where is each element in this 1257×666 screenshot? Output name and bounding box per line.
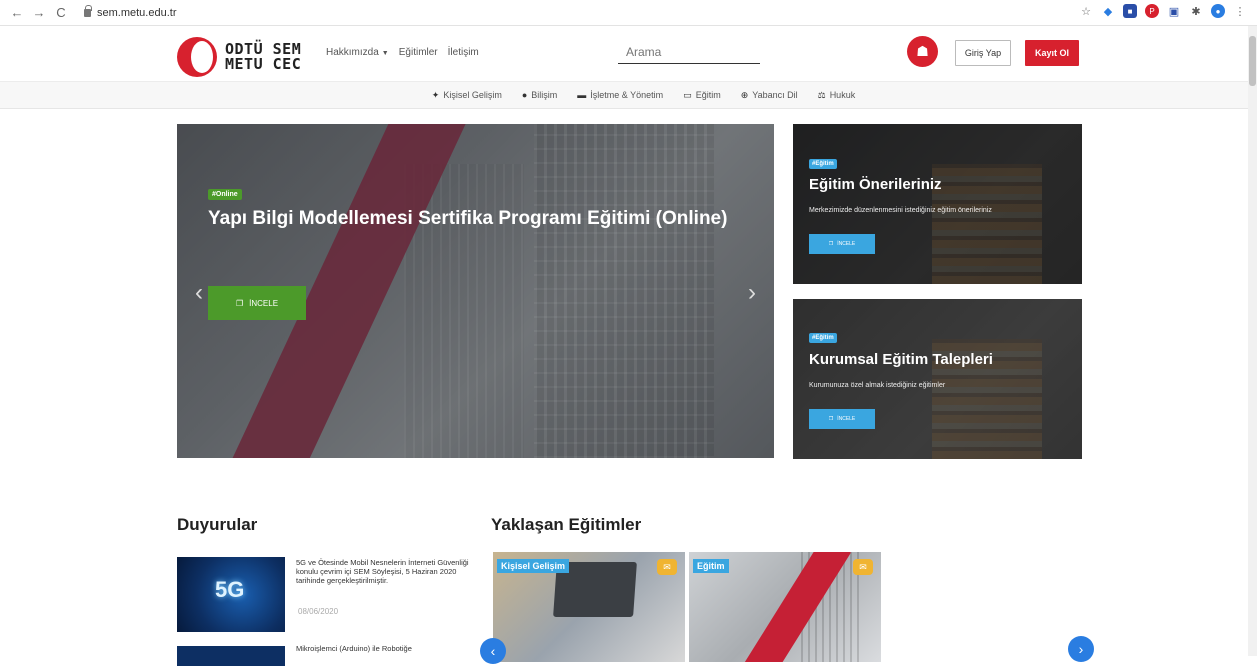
main-menu: Hakkımızda ▼ Eğitimler İletişim bbox=[326, 47, 479, 58]
search-input[interactable] bbox=[618, 40, 760, 64]
hero-slider: #Online Yapı Bilgi Modellemesi Sertifika… bbox=[177, 124, 774, 458]
category-informatics[interactable]: ● Bilişim bbox=[522, 90, 557, 100]
slider-prev-button[interactable]: ‹ bbox=[191, 279, 207, 307]
announcement-text[interactable]: 5G ve Ötesinde Mobil Nesnelerin İnternet… bbox=[296, 558, 472, 585]
menu-item-courses[interactable]: Eğitimler bbox=[399, 47, 438, 58]
pinterest-icon[interactable]: P bbox=[1145, 4, 1159, 18]
carousel-next-button[interactable]: › bbox=[1068, 636, 1094, 662]
logo-mark-icon bbox=[177, 37, 217, 77]
site-logo[interactable]: ODTÜ SEM METU CEC bbox=[177, 37, 301, 77]
browser-toolbar: ← → C sem.metu.edu.tr ☆ ◆ ■ P ▣ ✱ ● ⋮ bbox=[0, 0, 1257, 26]
profile-avatar[interactable]: ● bbox=[1211, 4, 1225, 18]
course-tag: Kişisel Gelişim bbox=[497, 559, 570, 573]
card-overlay bbox=[793, 299, 1082, 459]
category-personal-development[interactable]: ✦ Kişisel Gelişim bbox=[432, 90, 502, 101]
briefcase-icon: ▬ bbox=[577, 90, 587, 100]
board-icon: ▭ bbox=[683, 89, 692, 100]
extension-icon[interactable]: ▣ bbox=[1167, 4, 1181, 18]
megaphone-icon: ✉ bbox=[853, 559, 873, 575]
brain-icon: ● bbox=[521, 90, 528, 100]
chevron-down-icon: ▼ bbox=[381, 50, 389, 57]
course-tag: Eğitim bbox=[693, 559, 729, 573]
announcement-text[interactable]: Mikroişlemci (Arduino) ile Robotiğe bbox=[296, 644, 412, 653]
announcement-date: 08/06/2020 bbox=[298, 607, 339, 616]
category-foreign-language[interactable]: ⊕ Yabancı Dil bbox=[741, 90, 798, 101]
page-scrollbar[interactable] bbox=[1248, 26, 1257, 656]
card-view-button[interactable]: ❐ İNCELE bbox=[809, 409, 875, 429]
menu-item-contact[interactable]: İletişim bbox=[448, 47, 479, 58]
card-tag: #Eğitim bbox=[809, 333, 837, 343]
register-button[interactable]: Kayıt Ol bbox=[1025, 40, 1079, 66]
card-subtitle: Merkezimizde düzenlenmesini istediğiniz … bbox=[809, 207, 992, 214]
slider-next-button[interactable]: › bbox=[744, 279, 760, 307]
course-card[interactable]: Eğitim ✉ bbox=[689, 552, 881, 662]
login-button[interactable]: Giriş Yap bbox=[955, 40, 1011, 66]
hero-view-button[interactable]: ❐ İNCELE bbox=[208, 286, 306, 320]
copy-icon: ❐ bbox=[235, 298, 244, 308]
globe-icon: ⊕ bbox=[740, 89, 749, 100]
announcement-image[interactable]: 5G bbox=[177, 557, 285, 632]
scale-icon: ⚖ bbox=[817, 89, 826, 100]
address-url: sem.metu.edu.tr bbox=[97, 6, 177, 19]
hero-tag: #Online bbox=[208, 189, 242, 200]
copy-icon: ❐ bbox=[828, 241, 834, 247]
announcements-heading: Duyurular bbox=[177, 515, 258, 534]
browser-menu-icon[interactable]: ⋮ bbox=[1233, 4, 1247, 18]
category-law[interactable]: ⚖ Hukuk bbox=[818, 90, 856, 101]
card-overlay bbox=[793, 124, 1082, 284]
person-icon: ✦ bbox=[431, 89, 440, 100]
card-tag: #Eğitim bbox=[809, 159, 837, 169]
browser-extensions: ☆ ◆ ■ P ▣ ✱ ● ⋮ bbox=[1079, 4, 1247, 18]
announcement-image[interactable] bbox=[177, 646, 285, 666]
category-business[interactable]: ▬ İşletme & Yönetim bbox=[577, 90, 663, 100]
menu-item-about[interactable]: Hakkımızda ▼ bbox=[326, 47, 389, 58]
category-bar: ✦ Kişisel Gelişim ● Bilişim ▬ İşletme & Yön… bbox=[0, 82, 1257, 109]
card-view-button[interactable]: ❐ İNCELE bbox=[809, 234, 875, 254]
course-card[interactable]: Kişisel Gelişim ✉ bbox=[493, 552, 685, 662]
extension-icon[interactable]: ◆ bbox=[1101, 4, 1115, 18]
address-bar[interactable]: sem.metu.edu.tr bbox=[84, 4, 177, 19]
puzzle-icon[interactable]: ✱ bbox=[1189, 4, 1203, 18]
card-title: Eğitim Önerileriniz bbox=[809, 176, 942, 193]
site-header: ODTÜ SEM METU CEC Hakkımızda ▼ Eğitimler … bbox=[0, 26, 1257, 82]
logo-text: ODTÜ SEM METU CEC bbox=[225, 40, 302, 73]
back-icon[interactable]: ← bbox=[8, 4, 26, 22]
upcoming-heading: Yaklaşan Eğitimler bbox=[491, 515, 642, 534]
card-corporate-training[interactable]: #Eğitim Kurumsal Eğitim Talepleri Kurumu… bbox=[793, 299, 1082, 459]
reader-icon[interactable]: ☗ bbox=[907, 36, 938, 67]
category-education[interactable]: ▭ Eğitim bbox=[683, 90, 721, 101]
carousel-prev-button[interactable]: ‹ bbox=[480, 638, 506, 664]
bookmark-star-icon[interactable]: ☆ bbox=[1079, 4, 1093, 18]
lock-icon bbox=[84, 4, 92, 17]
megaphone-icon: ✉ bbox=[657, 559, 677, 575]
card-subtitle: Kurumunuza özel almak istediğiniz eğitim… bbox=[809, 382, 946, 389]
copy-icon: ❐ bbox=[828, 416, 834, 422]
hero-title: Yapı Bilgi Modellemesi Sertifika Program… bbox=[208, 208, 728, 229]
reload-icon[interactable]: C bbox=[52, 4, 70, 22]
5g-image-text: 5G bbox=[215, 577, 245, 602]
scrollbar-thumb[interactable] bbox=[1249, 36, 1256, 86]
card-course-suggestions[interactable]: #Eğitim Eğitim Önerileriniz Merkezimizde… bbox=[793, 124, 1082, 284]
card-title: Kurumsal Eğitim Talepleri bbox=[809, 351, 993, 368]
extension-icon[interactable]: ■ bbox=[1123, 4, 1137, 18]
forward-icon[interactable]: → bbox=[30, 4, 48, 22]
